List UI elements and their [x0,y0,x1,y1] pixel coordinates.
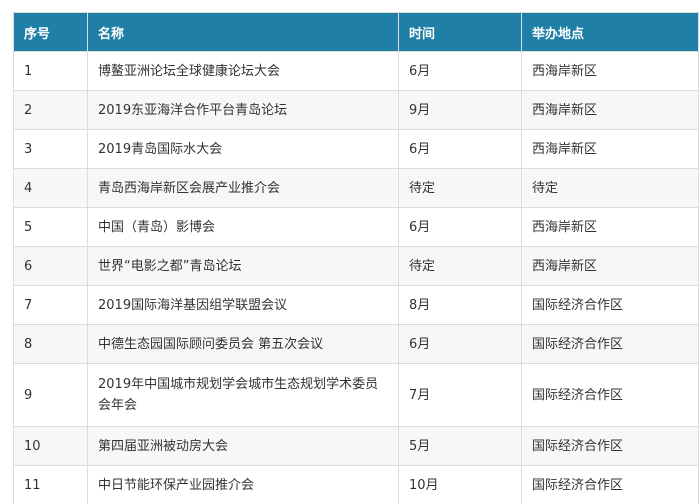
table-row: 4 青岛西海岸新区会展产业推介会 待定 待定 [13,168,699,208]
table-row: 6 世界“电影之都”青岛论坛 待定 西海岸新区 [13,246,699,286]
table-row: 9 2019年中国城市规划学会城市生态规划学术委员会年会 7月 国际经济合作区 [13,363,699,427]
cell-time: 8月 [398,285,522,325]
cell-location: 西海岸新区 [521,207,699,247]
header-number: 序号 [13,12,88,52]
cell-time: 6月 [398,207,522,247]
table-row: 3 2019青岛国际水大会 6月 西海岸新区 [13,129,699,169]
header-location: 举办地点 [521,12,699,52]
cell-location: 西海岸新区 [521,246,699,286]
table-row: 5 中国（青岛）影博会 6月 西海岸新区 [13,207,699,247]
cell-time: 待定 [398,168,522,208]
cell-name: 世界“电影之都”青岛论坛 [87,246,399,286]
cell-name: 2019年中国城市规划学会城市生态规划学术委员会年会 [87,363,399,427]
cell-number: 6 [13,246,88,286]
cell-number: 9 [13,363,88,427]
cell-name: 博鳌亚洲论坛全球健康论坛大会 [87,51,399,91]
cell-name: 中德生态园国际顾问委员会 第五次会议 [87,324,399,364]
cell-time: 10月 [398,465,522,504]
cell-number: 5 [13,207,88,247]
cell-number: 2 [13,90,88,130]
cell-name: 中日节能环保产业园推介会 [87,465,399,504]
cell-location: 国际经济合作区 [521,363,699,427]
cell-number: 1 [13,51,88,91]
cell-time: 6月 [398,129,522,169]
table-row: 7 2019国际海洋基因组学联盟会议 8月 国际经济合作区 [13,285,699,325]
cell-number: 7 [13,285,88,325]
events-table-container: 序号 名称 时间 举办地点 1 博鳌亚洲论坛全球健康论坛大会 6月 西海岸新区 … [0,0,699,504]
cell-name: 2019国际海洋基因组学联盟会议 [87,285,399,325]
cell-number: 8 [13,324,88,364]
cell-name: 中国（青岛）影博会 [87,207,399,247]
cell-location: 西海岸新区 [521,90,699,130]
cell-location: 国际经济合作区 [521,426,699,466]
cell-number: 4 [13,168,88,208]
events-table: 序号 名称 时间 举办地点 1 博鳌亚洲论坛全球健康论坛大会 6月 西海岸新区 … [13,12,699,504]
cell-time: 待定 [398,246,522,286]
cell-location: 西海岸新区 [521,129,699,169]
cell-time: 9月 [398,90,522,130]
cell-location: 国际经济合作区 [521,324,699,364]
table-header-row: 序号 名称 时间 举办地点 [13,12,699,52]
cell-name: 2019东亚海洋合作平台青岛论坛 [87,90,399,130]
cell-number: 10 [13,426,88,466]
header-name: 名称 [87,12,399,52]
cell-number: 3 [13,129,88,169]
cell-time: 5月 [398,426,522,466]
cell-location: 国际经济合作区 [521,285,699,325]
cell-number: 11 [13,465,88,504]
table-row: 11 中日节能环保产业园推介会 10月 国际经济合作区 [13,465,699,504]
header-time: 时间 [398,12,522,52]
cell-name: 2019青岛国际水大会 [87,129,399,169]
cell-name: 青岛西海岸新区会展产业推介会 [87,168,399,208]
table-row: 10 第四届亚洲被动房大会 5月 国际经济合作区 [13,426,699,466]
cell-name: 第四届亚洲被动房大会 [87,426,399,466]
table-row: 2 2019东亚海洋合作平台青岛论坛 9月 西海岸新区 [13,90,699,130]
cell-time: 7月 [398,363,522,427]
cell-location: 待定 [521,168,699,208]
cell-location: 国际经济合作区 [521,465,699,504]
table-row: 8 中德生态园国际顾问委员会 第五次会议 6月 国际经济合作区 [13,324,699,364]
cell-time: 6月 [398,324,522,364]
cell-time: 6月 [398,51,522,91]
cell-location: 西海岸新区 [521,51,699,91]
table-row: 1 博鳌亚洲论坛全球健康论坛大会 6月 西海岸新区 [13,51,699,91]
